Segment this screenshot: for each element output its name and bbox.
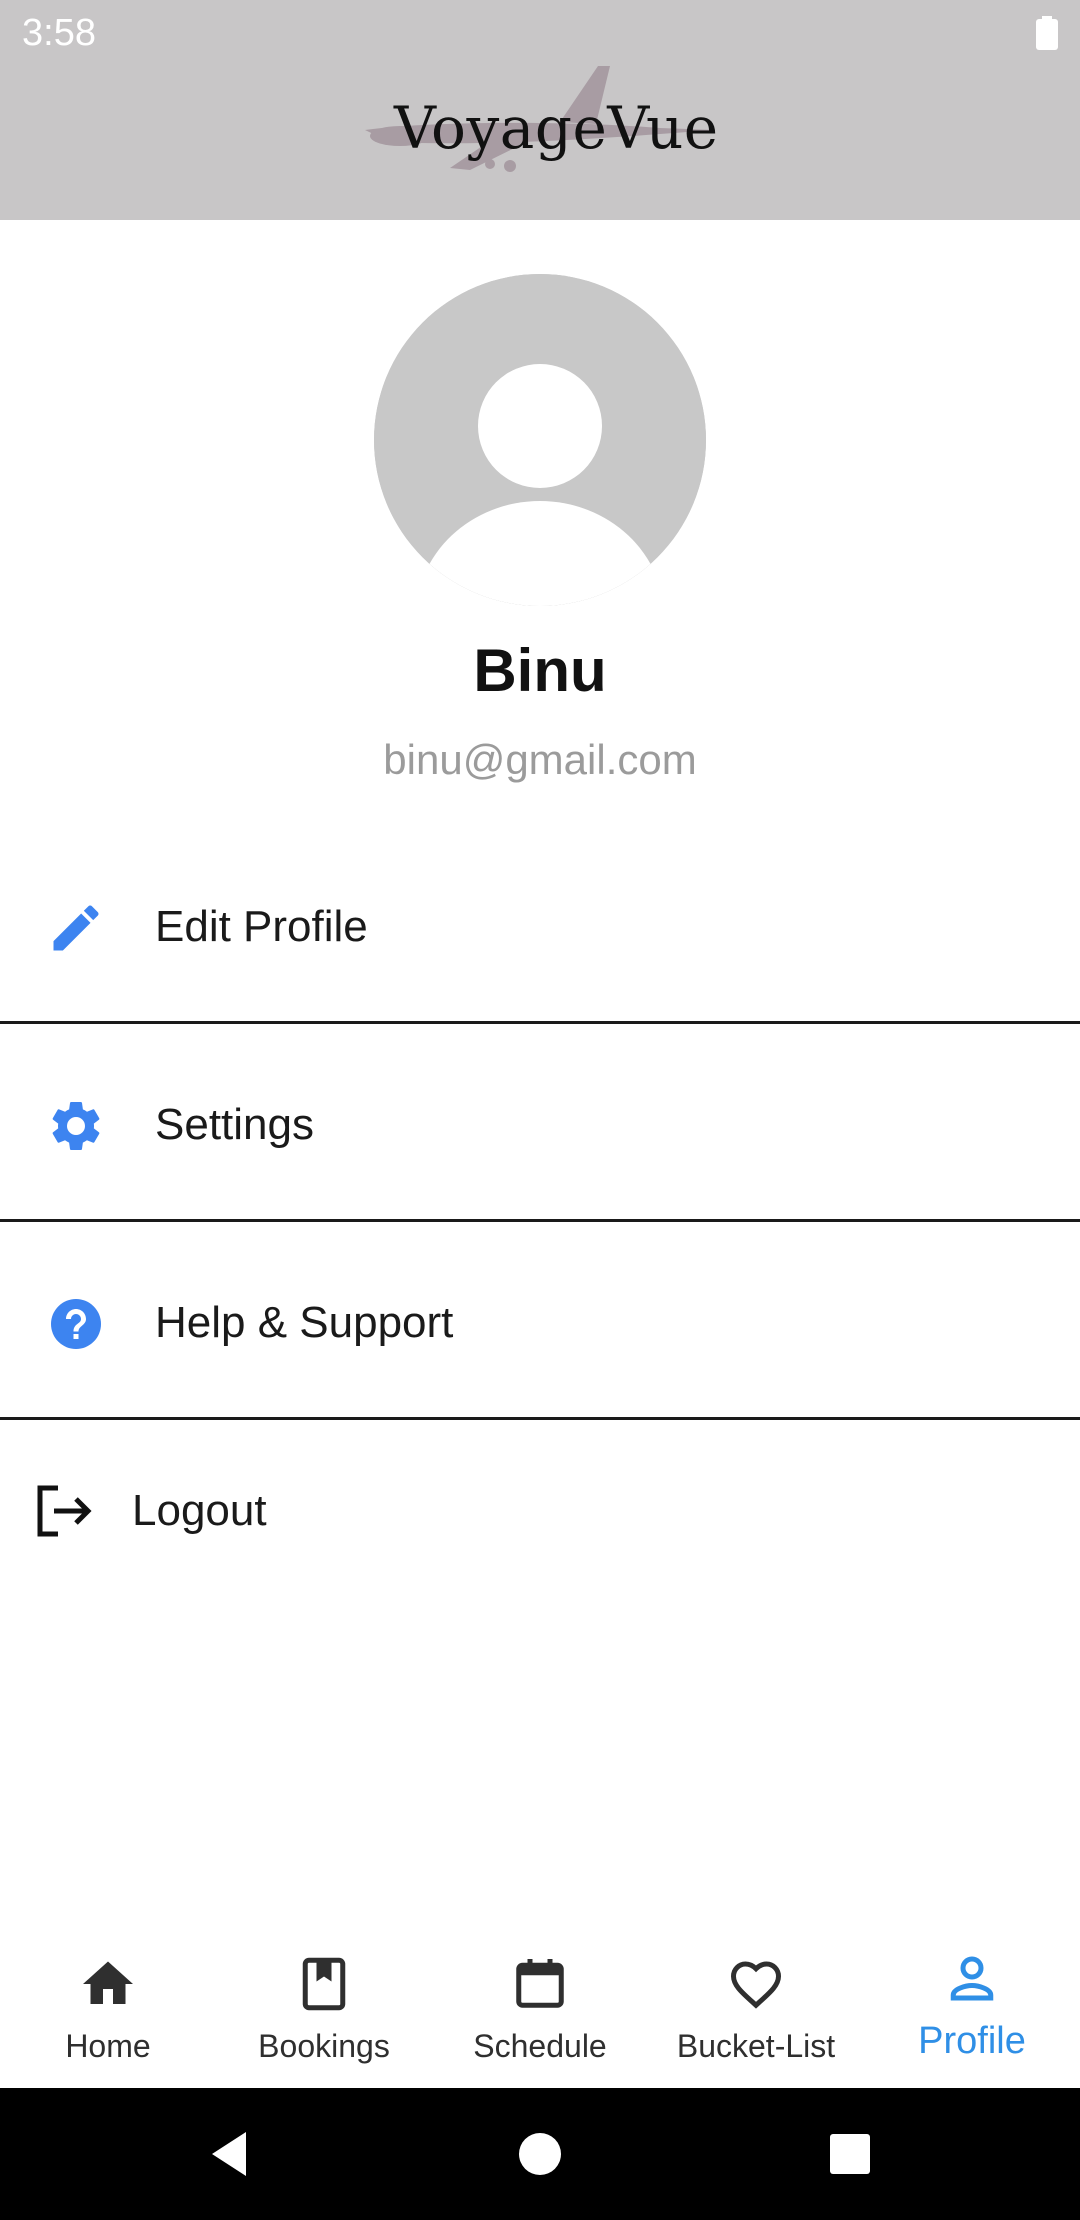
help-support-button[interactable]: Help & Support bbox=[0, 1222, 1080, 1420]
help-circle-icon bbox=[51, 1299, 101, 1349]
app-header: 3:58 VoyageVue bbox=[0, 0, 1080, 220]
app-logo: VoyageVue bbox=[360, 60, 730, 180]
gear-icon bbox=[52, 1101, 100, 1150]
nav-bookings[interactable]: Bookings bbox=[216, 1940, 432, 2088]
nav-home-label: Home bbox=[65, 2028, 151, 2064]
logout-button[interactable]: Logout bbox=[0, 1424, 1080, 1594]
default-avatar-icon bbox=[374, 274, 706, 606]
settings-label: Settings bbox=[155, 1100, 314, 1149]
help-support-label: Help & Support bbox=[155, 1298, 454, 1347]
nav-profile[interactable]: Profile bbox=[864, 1940, 1080, 2088]
home-icon bbox=[83, 1961, 133, 2004]
home-circle-icon[interactable] bbox=[514, 2128, 566, 2180]
logo-text: VoyageVue bbox=[394, 94, 719, 162]
pencil-icon bbox=[53, 905, 99, 951]
profile-screen: 3:58 VoyageVue Binu binu@gmail.com Edit … bbox=[0, 0, 1080, 2220]
logout-label: Logout bbox=[132, 1486, 267, 1535]
edit-profile-button[interactable]: Edit Profile bbox=[0, 826, 1080, 1024]
person-icon bbox=[950, 1956, 994, 2001]
profile-name: Binu bbox=[473, 637, 607, 704]
battery-icon bbox=[1036, 16, 1058, 50]
nav-bucket-list-label: Bucket-List bbox=[676, 2028, 836, 2064]
settings-button[interactable]: Settings bbox=[0, 1024, 1080, 1222]
heart-icon bbox=[730, 1961, 782, 2009]
nav-profile-label: Profile bbox=[918, 2020, 1026, 2062]
profile-email: binu@gmail.com bbox=[383, 736, 697, 783]
nav-schedule[interactable]: Schedule bbox=[432, 1940, 648, 2088]
nav-home[interactable]: Home bbox=[0, 1940, 216, 2088]
nav-schedule-label: Schedule bbox=[473, 2028, 607, 2064]
edit-profile-label: Edit Profile bbox=[155, 902, 368, 951]
system-navigation-bar bbox=[0, 2088, 1080, 2220]
back-icon[interactable] bbox=[204, 2128, 256, 2180]
nav-bookings-label: Bookings bbox=[258, 2028, 390, 2064]
bottom-navigation: Home Bookings Schedule Bucket-List Profi… bbox=[0, 1940, 1080, 2088]
recents-square-icon[interactable] bbox=[824, 2128, 876, 2180]
bookmark-book-icon bbox=[302, 1957, 346, 2011]
nav-bucket-list[interactable]: Bucket-List bbox=[648, 1940, 864, 2088]
status-time: 3:58 bbox=[22, 12, 96, 54]
logout-icon bbox=[37, 1485, 92, 1537]
calendar-icon bbox=[516, 1959, 564, 2008]
avatar[interactable] bbox=[374, 274, 706, 606]
